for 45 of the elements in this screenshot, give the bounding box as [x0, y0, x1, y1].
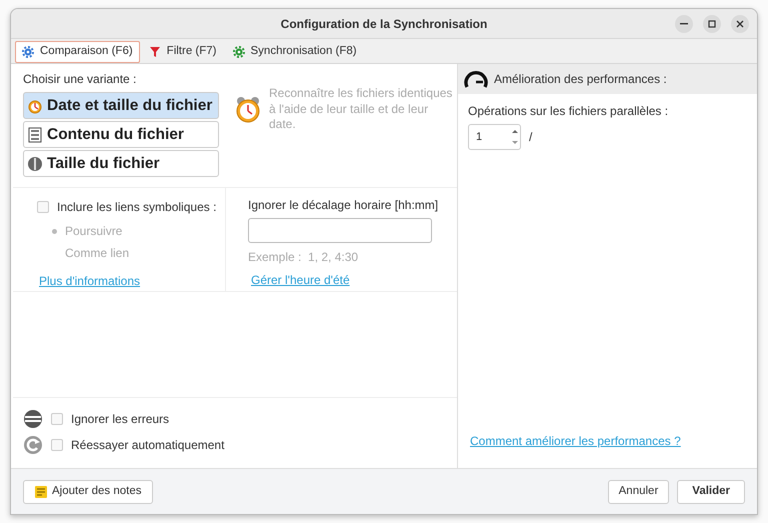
note-icon	[34, 484, 48, 498]
variant-button[interactable]: Contenu du fichier	[23, 121, 219, 148]
checkbox-label: Réessayer automatiquement	[71, 437, 224, 454]
close-icon	[734, 18, 746, 30]
refresh-icon	[23, 435, 43, 455]
maximize-button[interactable]	[703, 15, 721, 33]
speedometer-icon	[463, 68, 489, 90]
section-title: Amélioration des performances :	[494, 71, 667, 88]
checkbox[interactable]	[51, 413, 63, 425]
spinner-value: 1	[476, 130, 484, 145]
minimize-button[interactable]	[675, 15, 693, 33]
number-spinner[interactable]: 1	[468, 124, 521, 150]
gear-icon	[232, 46, 245, 58]
checkbox-label: Ignorer les erreurs	[71, 411, 170, 428]
ignore-errors-icon	[23, 409, 43, 429]
suffix-text: /	[529, 129, 532, 146]
checkbox-label: Inclure les liens symboliques :	[57, 199, 216, 216]
tab[interactable]: Synchronisation (F8)	[226, 41, 364, 63]
funnel-icon	[148, 46, 161, 58]
example-text: Exemple : 1, 2, 4:30	[248, 249, 360, 266]
option-label: Comme lien	[65, 245, 130, 262]
cancel-button[interactable]: Annuler	[608, 480, 670, 504]
binary-file-icon	[27, 126, 43, 142]
tab[interactable]: Comparaison (F6)	[15, 41, 140, 63]
time-shift-field[interactable]	[248, 218, 432, 243]
variant-button[interactable]: Date et taille du fichier	[23, 92, 219, 119]
minimize-icon	[680, 23, 688, 25]
gear-icon	[22, 46, 34, 58]
alarm-clock-icon	[235, 95, 261, 124]
add-notes-button[interactable]: Ajouter des notes	[23, 480, 153, 504]
checkbox[interactable]	[37, 201, 49, 213]
alarm-clock-icon	[27, 98, 43, 114]
section-label: Choisir une variante :	[23, 71, 138, 88]
window-title: Configuration de la Synchronisation	[280, 16, 488, 32]
close-button[interactable]	[731, 15, 749, 33]
field-label: Ignorer le décalage horaire [hh:mm]	[248, 197, 438, 214]
checkbox[interactable]	[51, 439, 63, 451]
maximize-icon	[706, 18, 718, 30]
field-label: Opérations sur les fichiers parallèles :	[468, 103, 670, 120]
disk-icon	[27, 156, 43, 172]
option-label: Poursuivre	[65, 223, 122, 240]
ok-button[interactable]: Valider	[677, 480, 745, 504]
tab[interactable]: Filtre (F7)	[142, 41, 224, 63]
variant-button[interactable]: Taille du fichier	[23, 150, 219, 177]
description-text: Reconnaître les fichiers identiques à l'aide de leur taille et de leur date.	[269, 86, 454, 133]
